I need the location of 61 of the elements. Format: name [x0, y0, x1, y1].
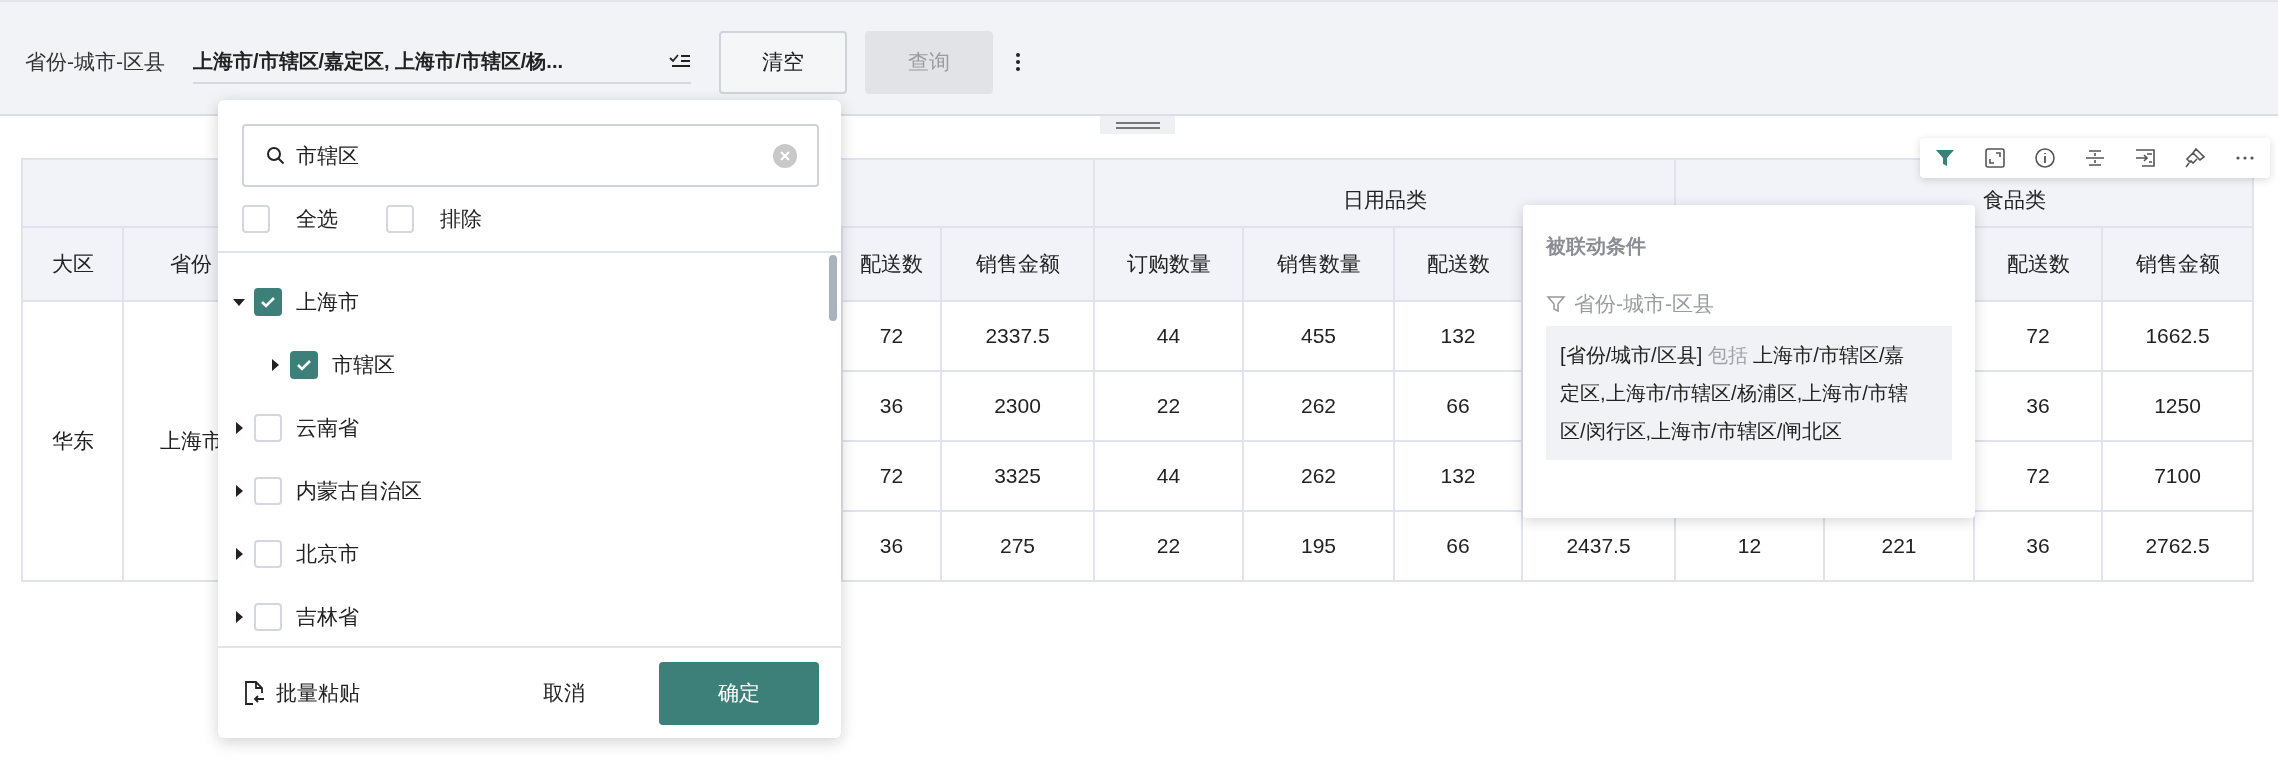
- condition-text: [省份/城市/区县] 包括 上海市/市辖区/嘉定区,上海市/市辖区/杨浦区,上海市/市辖区/闵行区,上海市/市辖区/闸北区: [1546, 326, 1952, 460]
- table-cell: 262: [1243, 441, 1394, 511]
- table-cell: 195: [1243, 511, 1394, 581]
- option-label: 排除: [440, 206, 482, 232]
- table-cell: 2337.5: [941, 301, 1094, 371]
- table-cell: 262: [1243, 371, 1394, 441]
- tree-item-label[interactable]: 内蒙古自治区: [296, 476, 422, 505]
- list-check-icon: [669, 52, 691, 70]
- batch-paste-link[interactable]: 批量粘贴: [276, 679, 360, 707]
- table-cell: 44: [1094, 441, 1243, 511]
- info-icon[interactable]: [2034, 147, 2056, 169]
- split-icon[interactable]: [2084, 147, 2106, 169]
- table-cell: 华东: [22, 301, 123, 581]
- more-icon[interactable]: [1015, 52, 1021, 72]
- drag-handle[interactable]: [1100, 116, 1175, 134]
- table-cell: 275: [941, 511, 1094, 581]
- table-cell: 455: [1243, 301, 1394, 371]
- filter-label: 省份-城市-区县: [25, 49, 165, 75]
- column-header: 配送数: [1974, 227, 2102, 301]
- option-label: 全选: [296, 206, 338, 232]
- confirm-button[interactable]: 确定: [659, 661, 819, 725]
- table-cell: 1662.5: [2102, 301, 2253, 371]
- table-cell: 44: [1094, 301, 1243, 371]
- column-header: 订购数量: [1094, 227, 1243, 301]
- search-field[interactable]: 市辖区: [242, 124, 819, 187]
- checkbox[interactable]: [254, 287, 282, 316]
- field-label: 省份-城市-区县: [1574, 291, 1714, 317]
- group-header: 日用品类: [1094, 159, 1675, 227]
- tree-item-label[interactable]: 云南省: [296, 413, 359, 442]
- column-header: 配送数: [842, 227, 941, 301]
- filter-icon: [1546, 294, 1566, 314]
- filter-select[interactable]: 上海市/市辖区/嘉定区, 上海市/市辖区/杨...: [193, 40, 691, 84]
- checkbox[interactable]: [290, 350, 318, 379]
- tree-item-label[interactable]: 吉林省: [296, 602, 359, 631]
- tree-item-label[interactable]: 北京市: [296, 539, 359, 568]
- column-header: 销售金额: [941, 227, 1094, 301]
- scrollbar-thumb[interactable]: [829, 255, 837, 321]
- table-cell: 3325: [941, 441, 1094, 511]
- tooltip-title: 被联动条件: [1546, 234, 1647, 259]
- tree-item-label[interactable]: 市辖区: [332, 350, 395, 379]
- import-icon[interactable]: [2134, 147, 2156, 169]
- tree-item-label[interactable]: 上海市: [296, 287, 359, 316]
- table-cell: 7100: [2102, 441, 2253, 511]
- table-cell: 2762.5: [2102, 511, 2253, 581]
- cancel-button[interactable]: 取消: [524, 679, 604, 707]
- table-cell: 36: [1974, 511, 2102, 581]
- brush-icon[interactable]: [2184, 147, 2206, 169]
- table-cell: 1250: [2102, 371, 2253, 441]
- column-header: 配送数: [1394, 227, 1522, 301]
- column-header: 大区: [22, 227, 123, 301]
- clear-button[interactable]: 清空: [719, 30, 847, 94]
- search-icon: [266, 145, 286, 166]
- table-cell: 22: [1094, 511, 1243, 581]
- expand-icon[interactable]: [1984, 147, 2006, 169]
- table-cell: 22: [1094, 371, 1243, 441]
- paste-icon[interactable]: [244, 680, 266, 706]
- table-cell: 66: [1394, 511, 1522, 581]
- filter-icon[interactable]: [1934, 147, 1956, 169]
- column-header: 销售数量: [1243, 227, 1394, 301]
- column-header: 销售金额: [2102, 227, 2253, 301]
- table-cell: 2300: [941, 371, 1094, 441]
